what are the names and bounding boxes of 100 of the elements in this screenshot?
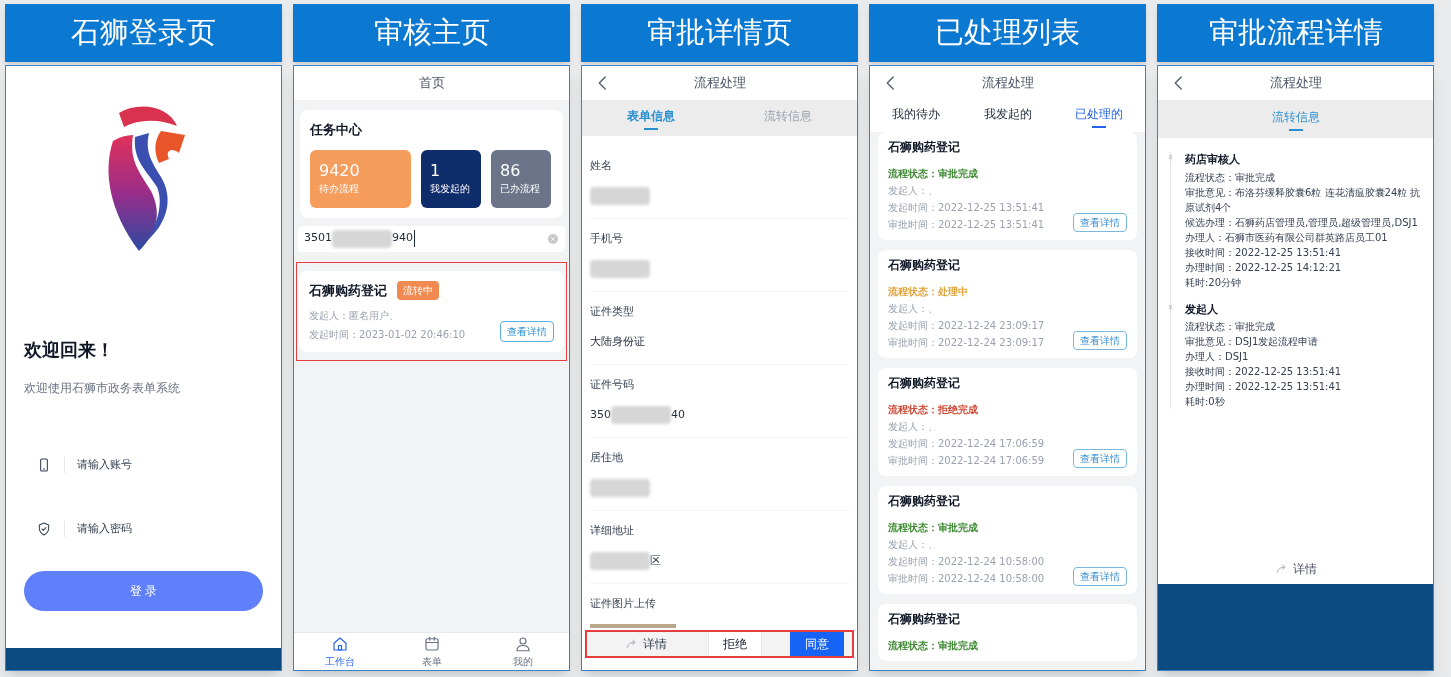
- shield-icon: [36, 521, 52, 537]
- card-text: 审批时间：2022-12-24 10:58:00: [888, 572, 1046, 586]
- calendar-icon: [422, 634, 441, 653]
- blurred-text: [590, 260, 650, 279]
- card-text: 审批时间：2022-12-24 23:09:17: [888, 336, 1046, 350]
- step-text: 流程状态：审批完成: [1185, 320, 1276, 334]
- pin-icon: [1166, 303, 1175, 313]
- blurred-text: [590, 187, 650, 206]
- details-link[interactable]: 详情: [587, 632, 704, 656]
- input-field[interactable]: 请输入密码: [64, 520, 251, 538]
- reject-button[interactable]: 拒绝: [708, 632, 762, 656]
- card-text: 发起时间：2022-12-24 17:06:59: [888, 437, 1046, 451]
- step-text: 审批意见：DSJ1发起流程申请: [1185, 335, 1320, 349]
- tab-bar-item[interactable]: 我的: [477, 633, 569, 670]
- page-title: 首页: [417, 74, 446, 93]
- stat-value: 86: [500, 161, 522, 181]
- status-text: 流程状态：审批完成: [888, 521, 978, 535]
- view-details-button[interactable]: 查看详情: [1073, 567, 1127, 586]
- person-icon: [514, 634, 533, 653]
- stat-label: 我发起的: [430, 182, 471, 196]
- view-details-button[interactable]: 查看详情: [1073, 449, 1127, 468]
- welcome-heading: 欢迎回来！: [22, 338, 115, 362]
- card-text: 发起人：、: [888, 302, 939, 316]
- view-details-button[interactable]: 查看详情: [500, 321, 554, 342]
- blurred-text: [332, 229, 392, 248]
- card-text: 发起时间：2022-12-24 23:09:17: [888, 319, 1046, 333]
- stat-label: 已办流程: [500, 182, 541, 196]
- field-label: 姓名: [590, 157, 613, 174]
- card-title: 任务中心: [310, 121, 363, 139]
- panel-caption: 石狮登录页: [5, 4, 282, 62]
- step-text: 办理时间：2022-12-25 13:51:41: [1185, 380, 1343, 394]
- welcome-subtitle: 欢迎使用石狮市政务表单系统: [23, 380, 181, 397]
- stat-label: 待办流程: [319, 182, 360, 196]
- card-title: 石狮购药登记: [888, 493, 961, 510]
- blurred-text: [611, 406, 671, 425]
- stat-tile[interactable]: 86 已办流程: [491, 149, 551, 208]
- step-text: 办理时间：2022-12-25 14:12:21: [1185, 260, 1343, 275]
- view-details-button[interactable]: 查看详情: [1073, 331, 1127, 350]
- step-text: 办理人：石狮市医药有限公司群英路店员工01: [1185, 230, 1389, 245]
- step-text: 流程状态：审批完成: [1185, 170, 1276, 185]
- tab-bar-item[interactable]: 工作台: [294, 633, 386, 670]
- tab[interactable]: 表单信息: [582, 100, 720, 136]
- step-text: 候选办理：石狮药店管理员,管理员,超级管理员,DSJ1: [1185, 215, 1419, 230]
- panel-caption: 审批流程详情: [1157, 4, 1434, 62]
- status-text: 流程状态：拒绝完成: [888, 403, 978, 417]
- card-text: 审批时间：2022-12-24 17:06:59: [888, 454, 1046, 468]
- page-title: 流程处理: [980, 74, 1035, 93]
- field-label: 证件号码: [590, 376, 635, 393]
- page-title: 流程处理: [692, 74, 747, 93]
- details-link[interactable]: 详情: [1274, 560, 1317, 578]
- card-text: 发起人：匿名用户、: [309, 309, 400, 323]
- step-text: 接收时间：2022-12-25 13:51:41: [1185, 245, 1343, 260]
- field-label: 详细地址: [590, 522, 635, 539]
- step-text: 耗时:0秒: [1185, 395, 1226, 409]
- tab-bar-item[interactable]: 表单: [385, 633, 478, 670]
- card-text: 发起时间：2022-12-25 13:51:41: [888, 201, 1046, 215]
- status-badge: 流转中: [397, 280, 439, 300]
- page-title: 流程处理: [1268, 74, 1323, 93]
- field-label: 证件图片上传: [590, 595, 657, 612]
- status-text: 流程状态：审批完成: [888, 639, 978, 653]
- field-text: 3501: [304, 230, 332, 247]
- step-title: 发起人: [1185, 301, 1219, 318]
- field-value: 40: [671, 407, 685, 423]
- card-title: 石狮购药登记: [888, 375, 961, 392]
- tab[interactable]: 我发起的: [961, 100, 1054, 132]
- card-text: 发起人：、: [888, 420, 939, 434]
- stat-value: 1: [430, 161, 442, 181]
- panel-caption: 已处理列表: [869, 4, 1146, 62]
- field-value: 350: [590, 407, 611, 423]
- input-field[interactable]: 请输入账号: [64, 456, 251, 474]
- step-title: 药店审核人: [1185, 152, 1241, 168]
- stat-value: 9420: [319, 161, 361, 181]
- card-title: 石狮购药登记: [309, 281, 387, 300]
- field-value: 区: [650, 553, 661, 569]
- field-label: 居住地: [590, 449, 624, 466]
- tab[interactable]: 我的待办: [870, 100, 962, 132]
- field-value: 大陆身份证: [590, 334, 645, 350]
- tab[interactable]: 流转信息: [1158, 100, 1433, 138]
- panel-caption: 审批详情页: [581, 4, 858, 62]
- blurred-text: [590, 552, 650, 571]
- clear-icon: [547, 232, 559, 245]
- card-text: 审批时间：2022-12-25 13:51:41: [888, 218, 1046, 232]
- approve-button[interactable]: 同意: [790, 632, 844, 656]
- step-text: 审批意见：布洛芬缓释胶囊6粒 连花清瘟胶囊24粒 抗原试剂4个: [1185, 185, 1422, 215]
- status-text: 流程状态：审批完成: [888, 167, 978, 181]
- stat-tile[interactable]: 1 我发起的: [421, 149, 481, 208]
- search-field[interactable]: 3501 940: [298, 225, 565, 252]
- field-text: 940: [392, 230, 415, 247]
- step-text: 办理人：DSJ1: [1185, 350, 1250, 364]
- status-text: 流程状态：处理中: [888, 285, 968, 299]
- card-text: 发起时间：2022-12-24 10:58:00: [888, 555, 1046, 569]
- card-text: 发起时间：2023-01-02 20:46:10: [309, 328, 467, 342]
- card-text: 发起人：、: [888, 538, 939, 552]
- panel-caption: 审核主页: [293, 4, 570, 62]
- login-button[interactable]: 登 录: [24, 571, 263, 611]
- step-text: 耗时:20分钟: [1185, 275, 1243, 290]
- card-title: 石狮购药登记: [888, 611, 961, 628]
- view-details-button[interactable]: 查看详情: [1073, 213, 1127, 232]
- pin-icon: [1166, 154, 1175, 163]
- tab[interactable]: 已处理的: [1053, 100, 1145, 132]
